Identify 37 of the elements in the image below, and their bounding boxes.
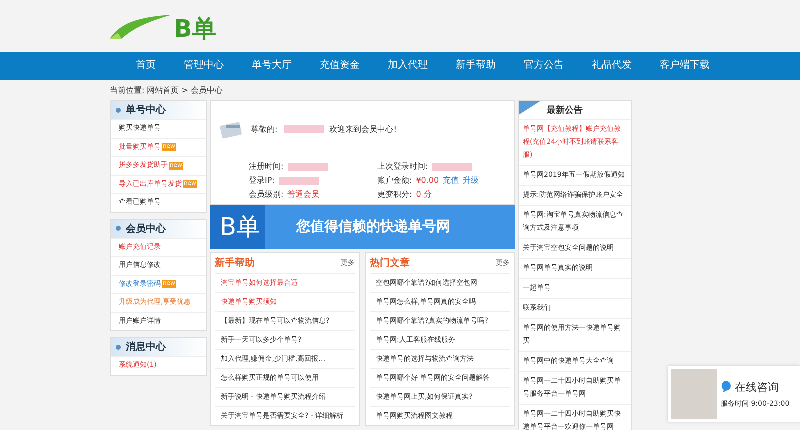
field-value: ¥0.00 <box>416 176 440 185</box>
site-logo: B单 <box>174 17 216 41</box>
nav-link[interactable]: 单号大厅 <box>238 52 306 80</box>
field-label: 会员级别: <box>249 189 284 200</box>
field-value: 普通会员 <box>288 189 320 200</box>
redacted-block <box>278 176 319 184</box>
corner-tag-icon <box>519 101 541 115</box>
field-label: 账户金额: <box>378 175 412 186</box>
panel-title: 新手帮助 <box>215 256 255 270</box>
chat-title: 在线咨询 <box>735 380 779 394</box>
banner-slogan: 您值得信赖的快递单号网 <box>296 218 450 236</box>
nav-link[interactable]: 客户端下载 <box>646 52 724 80</box>
banner-logo: B单 <box>220 212 260 243</box>
field-label: 上次登录时间: <box>378 161 428 172</box>
chat-bubble-icon <box>721 381 731 393</box>
field-label: 注册时间: <box>249 161 284 172</box>
nav-link[interactable]: 礼品代发 <box>578 52 646 80</box>
redacted-block <box>432 162 472 170</box>
nav-link[interactable]: 充值资金 <box>306 52 374 80</box>
nav-link[interactable]: 加入代理 <box>374 52 442 80</box>
nav-link[interactable]: 官方公告 <box>510 52 578 80</box>
nav-link[interactable]: 首页 <box>122 52 170 80</box>
photo-placeholder <box>671 369 717 419</box>
account-link[interactable]: 充值 <box>443 175 460 186</box>
field-label: 登录IP: <box>249 175 275 186</box>
redacted-block <box>288 162 328 170</box>
greeting-label: 尊敬的: <box>251 124 278 134</box>
account-link[interactable]: 升级 <box>463 175 480 186</box>
breadcrumb: 当前位置: 网站首页 > 会员中心 <box>109 85 224 97</box>
greeting-text: 欢迎来到会员中心! <box>330 124 397 134</box>
nav-link[interactable]: 管理中心 <box>170 52 238 80</box>
field-label: 更变积分: <box>378 189 412 200</box>
panel-title: 最新公告 <box>547 104 583 117</box>
field-value: 0 分 <box>416 189 432 200</box>
redacted-block <box>284 125 324 133</box>
panel-title: 热门文章 <box>370 256 410 270</box>
nav-link[interactable]: 新手帮助 <box>442 52 510 80</box>
